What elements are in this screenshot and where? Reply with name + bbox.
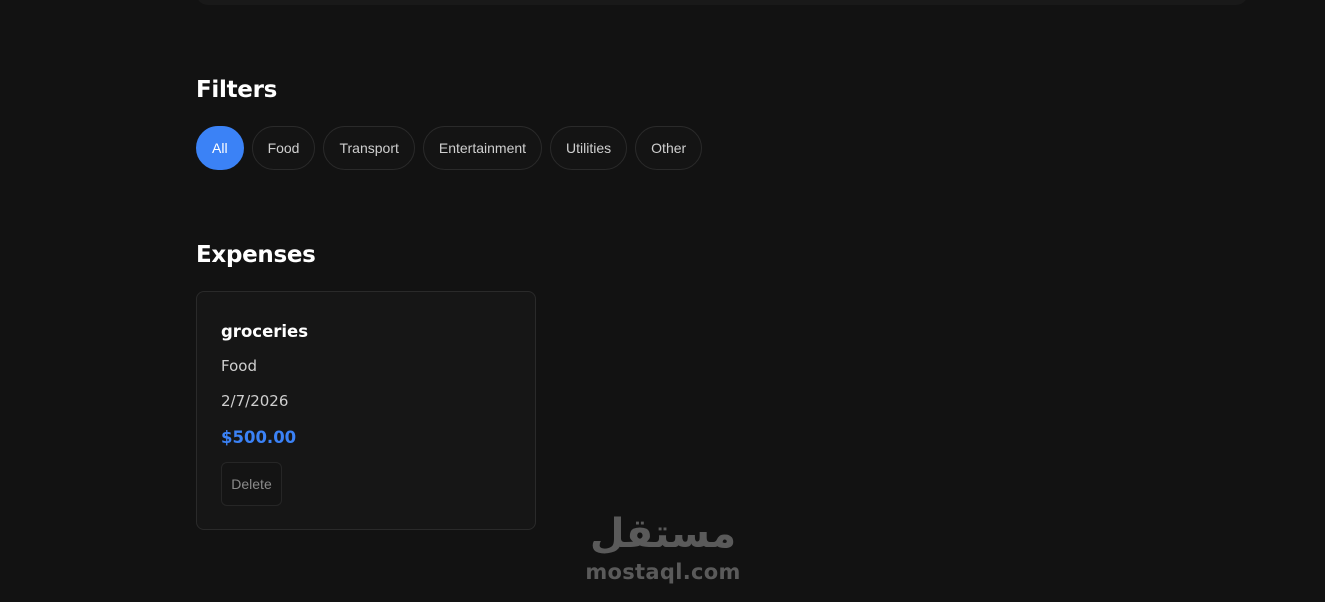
filter-chip-all[interactable]: All [196, 126, 244, 170]
filter-chip-food[interactable]: Food [251, 126, 316, 170]
filter-chip-utilities[interactable]: Utilities [550, 126, 628, 170]
delete-expense-button[interactable]: Delete [221, 462, 282, 506]
watermark-arabic-text: مستقل [589, 511, 737, 557]
expenses-heading: Expenses [196, 242, 316, 268]
expense-name: groceries [221, 322, 309, 341]
filter-chip-other[interactable]: Other [635, 126, 703, 170]
expense-date: 2/7/2026 [221, 392, 289, 410]
expense-tracker-page: Filters All Food Transport Entertainment… [0, 0, 1325, 602]
top-panel [196, 0, 1248, 5]
mostaql-watermark-logo: مستقل mostaql.com [580, 508, 746, 592]
expense-category: Food [221, 357, 257, 375]
watermark-latin-text: mostaql.com [585, 560, 741, 584]
filter-chip-transport[interactable]: Transport [323, 126, 415, 170]
expense-amount: $500.00 [221, 428, 297, 447]
filters-heading: Filters [196, 77, 278, 103]
expense-card: groceries Food 2/7/2026 $500.00 Delete [196, 291, 536, 530]
filter-chip-entertainment[interactable]: Entertainment [422, 126, 543, 170]
filter-chip-group: All Food Transport Entertainment Utiliti… [196, 126, 703, 170]
